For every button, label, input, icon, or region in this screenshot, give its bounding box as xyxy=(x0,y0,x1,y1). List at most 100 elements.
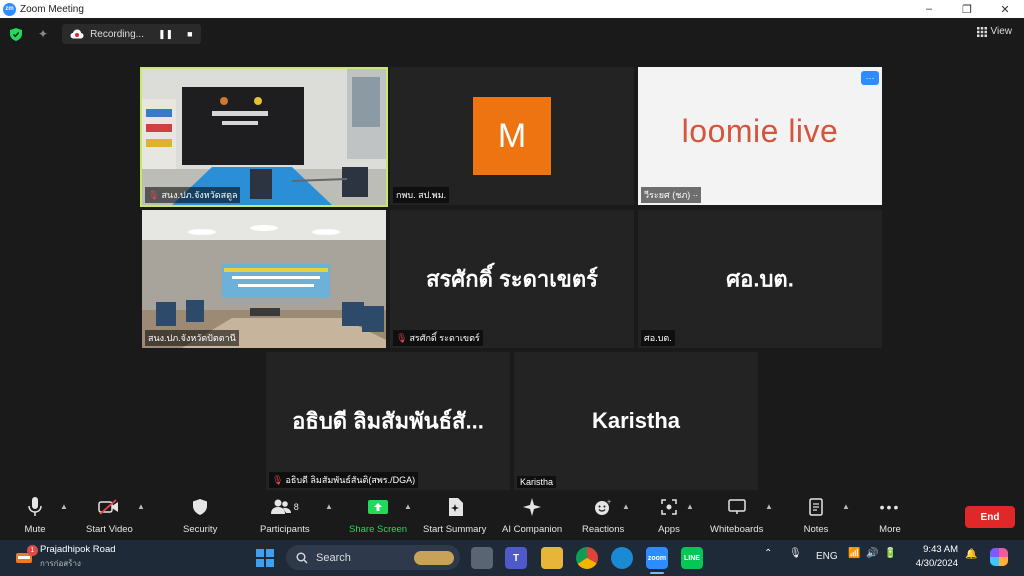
start-summary-button[interactable]: Start Summary xyxy=(423,496,486,535)
weather-badge: 1 xyxy=(27,545,38,556)
windows-taskbar: 1 Prajadhipok Road การก่อสร้าง Search T … xyxy=(0,540,1024,576)
file-explorer-icon[interactable] xyxy=(541,547,563,569)
avatar-letter: M xyxy=(497,116,527,155)
zoom-logo-icon: zm xyxy=(3,2,16,16)
tray-overflow-chevron[interactable]: ⌃ xyxy=(764,548,772,559)
participants-count: 8 xyxy=(293,502,299,512)
close-button[interactable]: ✕ xyxy=(986,0,1024,18)
stop-recording-button[interactable]: ■ xyxy=(187,29,192,39)
notes-button[interactable]: Notes xyxy=(803,496,829,535)
tray-mic-icon[interactable]: 🎙 xyxy=(789,548,802,559)
participant-name: กพบ. สป.พม. xyxy=(396,190,447,200)
task-view-icon[interactable] xyxy=(471,547,493,569)
audio-options-caret[interactable]: ▲ xyxy=(60,502,68,511)
wifi-icon[interactable]: 📶 xyxy=(848,548,860,559)
participants-button[interactable]: 8 Participants xyxy=(260,496,310,535)
apps-options-caret[interactable]: ▲ xyxy=(686,502,694,511)
taskbar-search[interactable]: Search xyxy=(286,545,460,570)
video-options-caret[interactable]: ▲ xyxy=(137,502,145,511)
video-tile-karistha[interactable]: Karistha Karistha xyxy=(514,352,758,490)
participant-name: สนง.ปภ.จังหวัดสตูล xyxy=(161,190,238,200)
participant-display-name: ศอ.บต. xyxy=(726,266,794,292)
tile-label: 🎙 สรศักดิ์ ระดาเขตร์ xyxy=(393,330,483,346)
clock-time: 9:43 AM xyxy=(923,544,958,555)
mic-off-icon: 🎙 xyxy=(272,474,284,485)
zoom-taskbar-icon[interactable]: zoom xyxy=(646,547,668,569)
maximize-button[interactable]: ❐ xyxy=(948,0,986,18)
view-button[interactable]: View xyxy=(976,26,1013,37)
teams-icon[interactable]: T xyxy=(505,547,527,569)
copilot-icon[interactable] xyxy=(990,548,1008,566)
mic-off-icon: 🎙 xyxy=(396,332,408,343)
share-screen-icon xyxy=(365,496,391,518)
encryption-shield-icon[interactable] xyxy=(10,27,22,41)
windows-start-icon[interactable] xyxy=(256,549,274,567)
video-tile-dga[interactable]: อธิบดี ลิมสัมพันธ์สั... 🎙 อธิบดี ลิมสัมพ… xyxy=(266,352,510,490)
avatar: M xyxy=(473,97,551,175)
pause-recording-button[interactable]: ❚❚ xyxy=(158,29,173,40)
share-screen-button[interactable]: Share Screen xyxy=(349,496,407,535)
mute-button[interactable]: Mute xyxy=(22,496,48,535)
apps-button[interactable]: Apps xyxy=(656,496,682,535)
participants-options-caret[interactable]: ▲ xyxy=(325,502,333,511)
tile-label: วีระยศ (ชภ) ∙∙ xyxy=(641,187,701,203)
participant-display-name: Karistha xyxy=(591,408,681,433)
tile-label: 🎙 สนง.ปภ.จังหวัดสตูล xyxy=(145,187,241,203)
video-tile-sorasak[interactable]: สรศักดิ์ ระดาเขตร์ 🎙 สรศักดิ์ ระดาเขตร์ xyxy=(390,210,634,348)
edge-icon[interactable] xyxy=(611,547,633,569)
tile-label: Karistha xyxy=(517,476,557,488)
chrome-icon[interactable] xyxy=(576,547,598,569)
search-icon xyxy=(296,552,308,563)
weather-subtitle: การก่อสร้าง xyxy=(40,559,81,568)
clock-date: 4/30/2024 xyxy=(915,558,958,569)
ai-companion-button[interactable]: AI Companion xyxy=(502,496,562,535)
video-tile-satun[interactable]: 🎙 สนง.ปภ.จังหวัดสตูล xyxy=(140,67,388,207)
weather-widget[interactable]: 1 Prajadhipok Road การก่อสร้าง xyxy=(14,544,116,570)
window-title: Zoom Meeting xyxy=(20,3,84,15)
clock[interactable]: 9:43 AM 4/30/2024 xyxy=(906,544,958,569)
minimize-button[interactable]: – xyxy=(910,0,948,18)
video-tile-kpb[interactable]: M กพบ. สป.พม. xyxy=(390,67,634,205)
roadwork-icon: 1 xyxy=(14,545,38,567)
participant-display-name: สรศักดิ์ ระดาเขตร์ xyxy=(426,266,598,292)
window-titlebar: zm Zoom Meeting – ❐ ✕ xyxy=(0,0,1024,18)
video-tile-pattani[interactable]: สนง.ปภ.จังหวัดปัตตานี xyxy=(142,210,386,348)
tile-more-button[interactable]: ··· xyxy=(861,71,879,85)
end-meeting-button[interactable]: End xyxy=(965,506,1015,528)
svg-text:+: + xyxy=(607,499,611,506)
whiteboards-button[interactable]: Whiteboards xyxy=(710,496,763,535)
more-button[interactable]: ••• More xyxy=(877,496,903,535)
notification-bell-icon[interactable]: 🔔 xyxy=(965,549,977,560)
start-video-button[interactable]: Start Video xyxy=(86,496,133,535)
video-off-icon xyxy=(96,496,122,518)
search-highlight-image xyxy=(414,550,454,565)
participant-name: วีระยศ (ชภ) ∙∙ xyxy=(644,190,698,200)
whiteboards-options-caret[interactable]: ▲ xyxy=(765,502,773,511)
share-options-caret[interactable]: ▲ xyxy=(404,502,412,511)
line-app-icon[interactable]: LINE xyxy=(681,547,703,569)
security-shield-icon xyxy=(187,496,213,518)
ai-sparkle-icon[interactable]: ✦ xyxy=(38,27,48,41)
volume-icon[interactable]: 🔊 xyxy=(866,548,878,559)
microphone-icon xyxy=(22,496,48,518)
grid-view-icon xyxy=(976,26,987,37)
tile-label: กพบ. สป.พม. xyxy=(393,187,450,203)
security-button[interactable]: Security xyxy=(183,496,217,535)
ai-companion-sparkle-icon xyxy=(519,496,545,518)
video-tile-sorbortor[interactable]: ศอ.บต. ศอ.บต. xyxy=(638,210,882,348)
participant-display-name: อธิบดี ลิมสัมพันธ์สั... xyxy=(292,408,484,434)
whiteboard-icon xyxy=(724,496,750,518)
video-tile-loomie[interactable]: loomie live ··· วีระยศ (ชภ) ∙∙ xyxy=(638,67,882,205)
view-label: View xyxy=(990,26,1013,37)
battery-icon[interactable]: 🔋 xyxy=(884,548,896,559)
notes-options-caret[interactable]: ▲ xyxy=(842,502,850,511)
reactions-button[interactable]: + Reactions xyxy=(582,496,624,535)
meeting-topbar: ✦ Recording... ❚❚ ■ View xyxy=(0,18,1024,50)
recording-label: Recording... xyxy=(90,28,144,40)
participant-name: Karistha xyxy=(520,477,554,487)
weather-title: Prajadhipok Road xyxy=(40,544,116,555)
search-placeholder: Search xyxy=(316,551,351,564)
input-language[interactable]: ENG xyxy=(816,551,838,562)
recording-indicator: Recording... ❚❚ ■ xyxy=(62,24,201,44)
reactions-options-caret[interactable]: ▲ xyxy=(622,502,630,511)
